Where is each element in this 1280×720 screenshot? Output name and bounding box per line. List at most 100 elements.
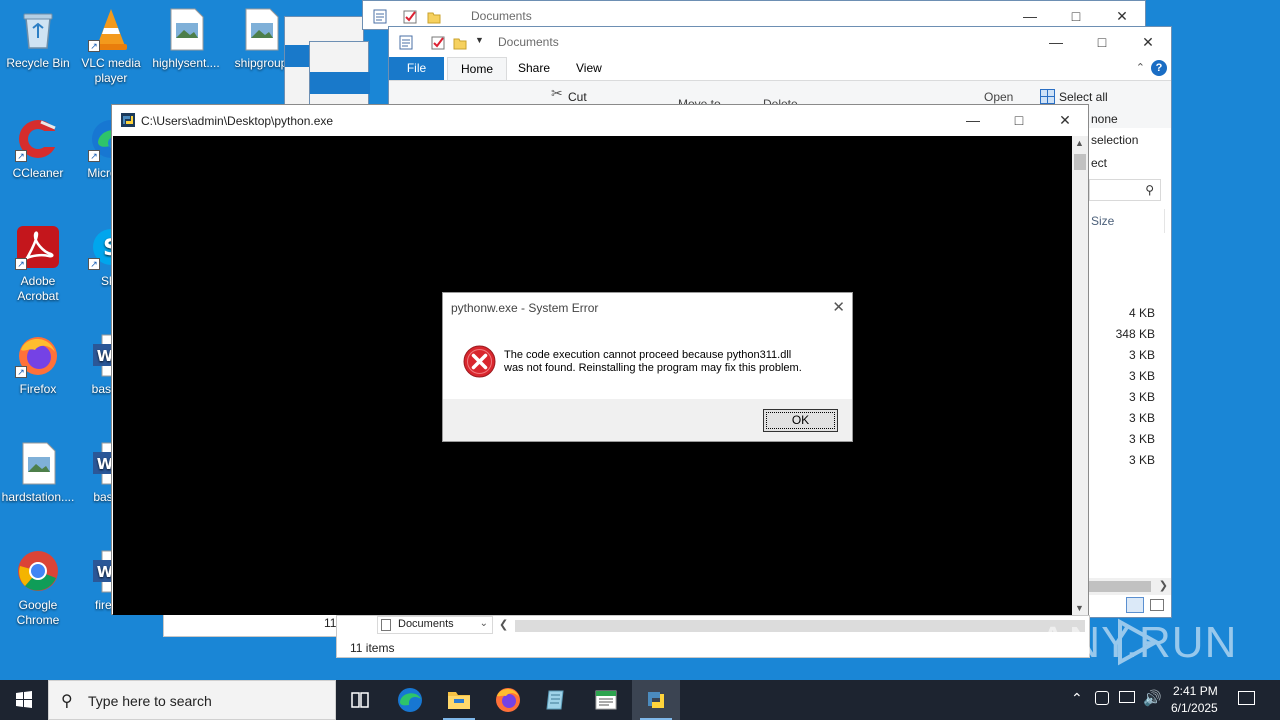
documents-icon: [381, 619, 391, 631]
tab-file[interactable]: File: [389, 57, 444, 80]
file-size: 3 KB: [1128, 432, 1155, 446]
scroll-thumb[interactable]: [1089, 581, 1151, 592]
ribbon-collapse-icon[interactable]: ⌃: [1136, 61, 1145, 74]
cut-button[interactable]: Cut: [568, 90, 587, 104]
taskbar-search-box[interactable]: ⚲ Type here to search: [48, 680, 336, 720]
folder-icon[interactable]: [427, 9, 441, 24]
word-icon[interactable]: [582, 680, 630, 720]
column-header-size[interactable]: Size: [1091, 214, 1114, 228]
network-icon-alt[interactable]: [1095, 691, 1109, 705]
search-box[interactable]: ⚲: [1089, 179, 1161, 201]
task-view-icon[interactable]: [336, 680, 384, 720]
select-all-button[interactable]: Select all: [1059, 90, 1108, 104]
image-file-icon: [163, 6, 209, 52]
desktop-icon-label: Firefox: [19, 382, 57, 396]
window-title: Documents: [471, 9, 532, 23]
checkmark-icon[interactable]: [403, 9, 417, 24]
dialog-message-line: was not found. Reinstalling the program …: [504, 362, 802, 374]
open-button[interactable]: Open: [984, 90, 1013, 104]
tab-home[interactable]: Home: [447, 57, 508, 80]
scroll-thumb[interactable]: [1074, 154, 1086, 170]
scroll-up-icon[interactable]: ▲: [1075, 138, 1084, 148]
close-button[interactable]: ✕: [1042, 105, 1088, 136]
edge-icon[interactable]: [386, 680, 434, 720]
invert-selection-button[interactable]: selection: [1091, 133, 1138, 147]
start-button[interactable]: [0, 680, 48, 720]
file-size: 3 KB: [1128, 390, 1155, 404]
system-error-dialog[interactable]: pythonw.exe - System Error ✕ The code ex…: [442, 292, 853, 442]
windows-logo-icon: [16, 691, 32, 708]
desktop-icon-hardstation[interactable]: hardstation....: [0, 440, 76, 505]
minimize-button[interactable]: —: [1033, 27, 1079, 57]
file-size: 4 KB: [1128, 306, 1155, 320]
ccleaner-icon: ↗: [15, 116, 61, 162]
image-file-icon: [15, 440, 61, 486]
dialog-close-button[interactable]: ✕: [832, 298, 845, 316]
search-placeholder: Type here to search: [88, 693, 212, 709]
show-hidden-icons-icon[interactable]: ⌃: [1071, 690, 1083, 707]
desktop-icon-acrobat[interactable]: ↗ Adobe Acrobat: [0, 224, 76, 304]
file-size: 3 KB: [1128, 348, 1155, 362]
file-size: 3 KB: [1128, 453, 1155, 467]
error-icon: [463, 345, 496, 378]
clock-time[interactable]: 2:41 PM: [1173, 684, 1218, 698]
maximize-button[interactable]: □: [1079, 27, 1125, 57]
desktop-icon-chrome[interactable]: Google Chrome: [0, 548, 76, 628]
properties-icon[interactable]: [399, 35, 413, 50]
console-title-bar[interactable]: C:\Users\admin\Desktop\python.exe — □ ✕: [112, 105, 1088, 136]
close-button[interactable]: ✕: [1125, 27, 1171, 57]
scroll-right-icon[interactable]: ❯: [1159, 579, 1168, 592]
watermark-text: ANY.RUN: [1038, 618, 1237, 667]
tab-share[interactable]: Share: [505, 57, 563, 80]
scroll-left-icon[interactable]: ❮: [499, 618, 508, 631]
desktop-icon-recycle-bin[interactable]: Recycle Bin: [0, 6, 76, 71]
desktop-icon-vlc[interactable]: ↗ VLC media player: [73, 6, 149, 86]
minimize-button[interactable]: —: [950, 105, 996, 136]
dialog-title: pythonw.exe - System Error: [451, 301, 599, 315]
horizontal-scrollbar[interactable]: ❯: [1089, 578, 1171, 595]
desktop-icon-ccleaner[interactable]: ↗ CCleaner: [0, 116, 76, 181]
tab-view[interactable]: View: [563, 57, 615, 80]
file-size: 348 KB: [1115, 327, 1155, 341]
horizontal-scrollbar-bottom[interactable]: [515, 620, 1085, 632]
checkmark-icon[interactable]: [431, 35, 445, 50]
details-view-icon[interactable]: [1126, 597, 1144, 613]
folder-icon[interactable]: [453, 35, 467, 50]
python-icon[interactable]: [632, 680, 680, 720]
desktop-icon-label: CCleaner: [12, 166, 64, 180]
taskbar: ⚲ Type here to search ⌃ 🔊 2:41 PM 6/1/20…: [0, 680, 1280, 720]
file-size: 3 KB: [1128, 411, 1155, 425]
address-dropdown-icon[interactable]: ⌄: [480, 618, 488, 629]
firefox-icon[interactable]: [484, 680, 532, 720]
notepad-icon[interactable]: [533, 680, 581, 720]
desktop-icon-label: Google Chrome: [16, 598, 60, 627]
volume-icon[interactable]: 🔊: [1143, 689, 1162, 707]
desktop-icon-label: VLC media player: [81, 56, 141, 85]
scissors-icon[interactable]: ✂: [551, 85, 563, 102]
properties-icon[interactable]: [373, 9, 387, 24]
notifications-icon[interactable]: [1238, 691, 1255, 705]
console-title: C:\Users\admin\Desktop\python.exe: [141, 114, 334, 128]
ok-button[interactable]: OK: [763, 409, 838, 432]
address-bar[interactable]: Documents ⌄: [377, 616, 493, 634]
help-icon[interactable]: ?: [1151, 60, 1167, 76]
anyrun-watermark: ANY.RUN: [1038, 612, 1238, 672]
chrome-icon: [15, 548, 61, 594]
vertical-scrollbar[interactable]: ▲ ▼: [1072, 136, 1088, 615]
file-explorer-icon[interactable]: [435, 680, 483, 720]
quick-access-dropdown-icon[interactable]: ▼: [475, 35, 484, 45]
python-icon: [121, 113, 135, 127]
select-none-button[interactable]: none: [1091, 112, 1118, 126]
network-icon[interactable]: [1119, 691, 1135, 703]
clock-date[interactable]: 6/1/2025: [1171, 701, 1218, 715]
large-icons-view-icon[interactable]: [1150, 599, 1164, 611]
ribbon-file-tab[interactable]: [310, 72, 370, 94]
dialog-footer: OK: [443, 399, 852, 441]
desktop-icon-highlysent[interactable]: highlysent....: [148, 6, 224, 71]
maximize-button[interactable]: □: [996, 105, 1042, 136]
explorer-window-status-fragment: 11: [163, 612, 363, 637]
image-file-icon: [238, 6, 284, 52]
desktop-icon-label: Adobe Acrobat: [17, 274, 59, 303]
select-all-icon: [1040, 89, 1055, 104]
desktop-icon-firefox[interactable]: ↗ Firefox: [0, 332, 76, 397]
